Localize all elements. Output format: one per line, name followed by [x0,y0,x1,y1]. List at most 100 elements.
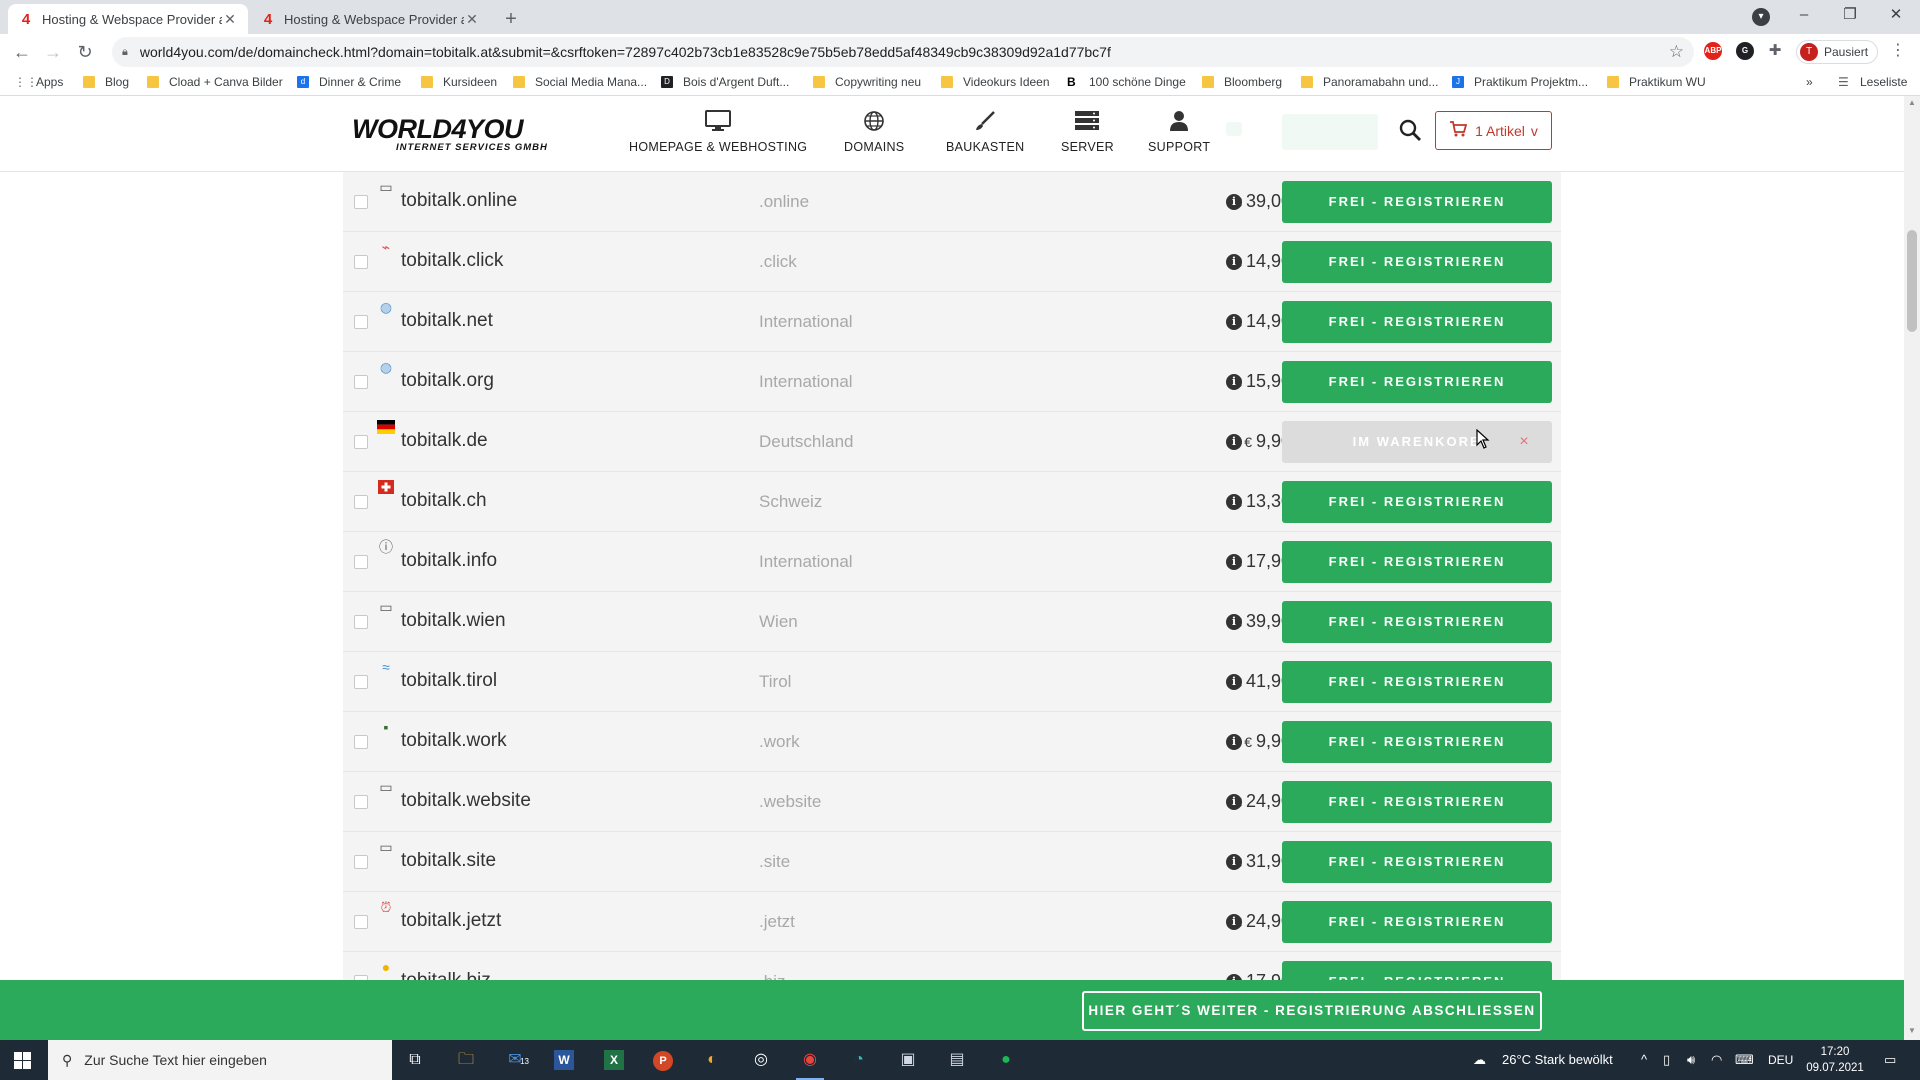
domain-checkbox[interactable] [354,675,368,689]
info-icon[interactable]: i [1226,314,1242,330]
bookmark-item[interactable]: Kursideen [421,75,497,89]
info-icon[interactable]: i [1226,254,1242,270]
info-icon[interactable]: i [1226,734,1242,750]
world4you-logo[interactable]: WORLD4YOU INTERNET SERVICES GMBH [352,116,572,154]
bookmark-item[interactable]: Blog [83,75,129,89]
system-clock[interactable]: 17:20 09.07.2021 [1800,1044,1870,1076]
register-button[interactable]: FREI - REGISTRIEREN [1282,961,1552,980]
scroll-down-arrow-icon[interactable]: ▼ [1904,1026,1920,1035]
network-icon[interactable]: ◠ [1711,1040,1722,1080]
bookmark-item[interactable]: Bloomberg [1202,75,1282,89]
bookmark-item[interactable]: J Praktikum Projektm... [1452,75,1588,89]
taskbar-search-box[interactable]: ⚲ Zur Suche Text hier eingeben [48,1040,392,1080]
info-icon[interactable]: i [1226,854,1242,870]
keyboard-icon[interactable]: ⌨ [1735,1040,1754,1080]
register-button[interactable]: FREI - REGISTRIEREN [1282,241,1552,283]
windows-start-icon[interactable] [14,1052,31,1069]
register-button[interactable]: FREI - REGISTRIEREN [1282,301,1552,343]
browser-tab-2[interactable]: 4 Hosting & Webspace Provider au ✕ [250,4,490,34]
domain-checkbox[interactable] [354,615,368,629]
nav-domains[interactable]: DOMAINS [844,110,904,160]
scroll-up-arrow-icon[interactable]: ▲ [1904,98,1920,107]
file-explorer-icon[interactable]: 🗀︎ [446,1046,486,1074]
tab-close-icon[interactable]: ✕ [464,11,480,28]
remove-from-cart-icon[interactable]: × [1516,434,1532,450]
domain-checkbox[interactable] [354,915,368,929]
register-button[interactable]: FREI - REGISTRIEREN [1282,601,1552,643]
tray-chevron-icon[interactable]: ^ [1641,1040,1647,1080]
info-icon[interactable]: i [1226,674,1242,690]
bookmark-item[interactable]: D Bois d'Argent Duft... [661,75,789,89]
domain-checkbox[interactable] [354,555,368,569]
edge-icon[interactable]: ◔ [839,1046,879,1074]
battery-icon[interactable]: ▯ [1663,1040,1670,1080]
domain-checkbox[interactable] [354,495,368,509]
bookmark-item[interactable]: Panoramabahn und... [1301,75,1438,89]
tab-close-icon[interactable]: ✕ [222,11,238,28]
bookmark-apps[interactable]: ⋮⋮ Apps [14,75,63,89]
volume-icon[interactable]: 🔊︎ [1687,1040,1695,1080]
register-button[interactable]: FREI - REGISTRIEREN [1282,781,1552,823]
nav-support[interactable]: SUPPORT [1148,110,1210,160]
excel-icon[interactable]: X [594,1046,634,1074]
app-window-icon[interactable]: ▣ [888,1046,928,1074]
register-button[interactable]: FREI - REGISTRIEREN [1282,901,1552,943]
grammarly-extension-icon[interactable]: G [1736,42,1754,60]
browser-tab-active[interactable]: 4 Hosting & Webspace Provider au ✕ [8,4,248,34]
address-bar[interactable]: 🔒︎ world4you.com/de/domaincheck.html?dom… [112,37,1694,67]
domain-checkbox[interactable] [354,375,368,389]
register-button[interactable]: FREI - REGISTRIEREN [1282,481,1552,523]
input-language[interactable]: DEU [1768,1040,1793,1080]
bookmark-item[interactable]: Cload + Canva Bilder [147,75,283,89]
forward-arrow-icon[interactable]: → [41,40,65,64]
domain-checkbox[interactable] [354,195,368,209]
reload-icon[interactable]: ↻ [73,40,97,64]
powerpoint-icon[interactable]: P [643,1046,683,1074]
nav-baukasten[interactable]: BAUKASTEN [946,110,1024,160]
bookmark-item[interactable]: Praktikum WU [1607,75,1706,89]
bookmark-item[interactable]: Social Media Mana... [513,75,647,89]
notifications-icon[interactable]: ▭ [1884,1040,1896,1080]
bookmark-item[interactable]: d Dinner & Crime [297,75,401,89]
minimize-window-icon[interactable]: – [1781,0,1827,34]
register-button[interactable]: FREI - REGISTRIEREN [1282,541,1552,583]
info-icon[interactable]: i [1226,494,1242,510]
spotify-icon[interactable]: ● [986,1046,1026,1074]
mail-icon[interactable]: ✉ 13 [495,1046,535,1074]
bookmark-star-icon[interactable]: ☆ [1669,42,1684,62]
cart-button[interactable]: 1 Artikel v [1435,111,1552,150]
restore-window-icon[interactable]: ❐ [1827,0,1873,34]
profile-button[interactable]: T Pausiert [1796,40,1878,64]
info-icon[interactable]: i [1226,794,1242,810]
register-button[interactable]: FREI - REGISTRIEREN [1282,841,1552,883]
nav-homepage-webhosting[interactable]: HOMEPAGE & WEBHOSTING [629,110,807,160]
weather-icon[interactable]: ☁ [1473,1040,1486,1080]
more-bookmarks-icon[interactable]: » [1806,75,1813,89]
info-icon[interactable]: i [1226,554,1242,570]
reading-list[interactable]: ☰ Leseliste [1838,75,1907,89]
weather-status[interactable]: 26°C Stark bewölkt [1502,1040,1613,1080]
bookmark-item[interactable]: Videokurs Ideen [941,75,1050,89]
domain-checkbox[interactable] [354,315,368,329]
info-icon[interactable]: i [1226,374,1242,390]
app-icon[interactable]: ◐ [692,1046,732,1074]
domain-checkbox[interactable] [354,435,368,449]
search-icon[interactable] [1398,118,1424,144]
register-button[interactable]: FREI - REGISTRIEREN [1282,721,1552,763]
register-button[interactable]: FREI - REGISTRIEREN [1282,181,1552,223]
page-scrollbar[interactable]: ▲ ▼ [1904,96,1920,1040]
info-icon[interactable]: i [1226,194,1242,210]
browser-menu-icon[interactable]: ⋮ [1890,40,1906,60]
register-button[interactable]: FREI - REGISTRIEREN [1282,361,1552,403]
domain-checkbox[interactable] [354,255,368,269]
extensions-puzzle-icon[interactable]: ✚ [1766,42,1784,60]
in-cart-button[interactable]: IM WARENKORB × [1282,421,1552,463]
info-icon[interactable]: i [1226,614,1242,630]
domain-checkbox[interactable] [354,735,368,749]
continue-registration-button[interactable]: HIER GEHT´S WEITER - REGISTRIERUNG ABSCH… [1082,991,1542,1031]
adblock-extension-icon[interactable]: ABP [1704,42,1722,60]
info-icon[interactable]: i [1226,914,1242,930]
domain-checkbox[interactable] [354,795,368,809]
info-icon[interactable]: i [1226,434,1242,450]
domain-checkbox[interactable] [354,855,368,869]
